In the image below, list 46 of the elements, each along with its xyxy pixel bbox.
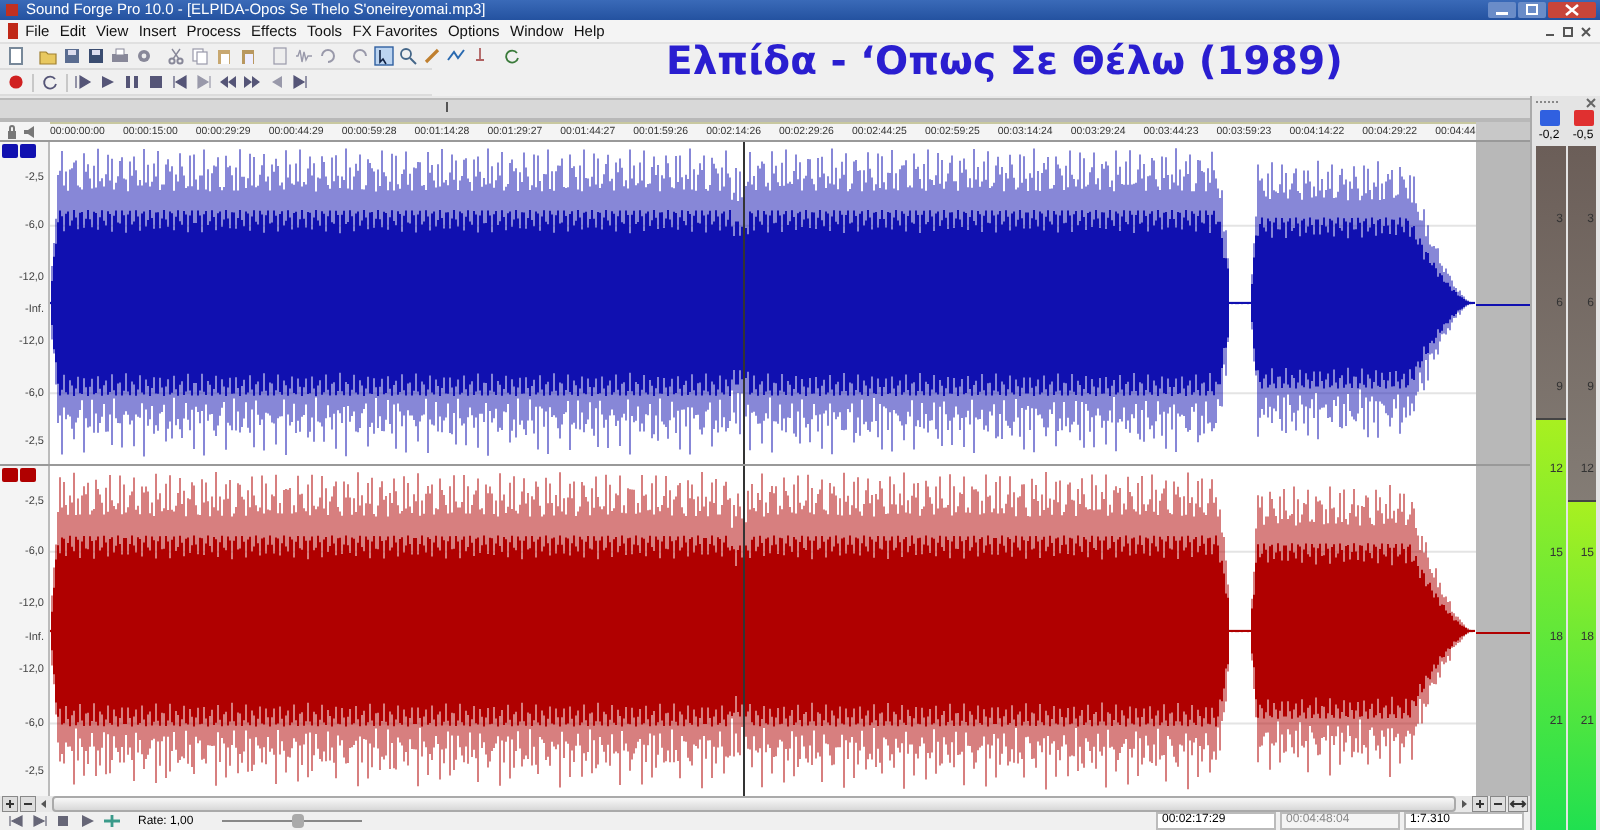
waveform-drawing[interactable] (50, 466, 1476, 796)
speaker-icon[interactable] (22, 123, 38, 140)
new-document-icon[interactable] (6, 46, 26, 66)
close-icon[interactable] (1578, 23, 1594, 39)
pencil-icon[interactable] (422, 46, 442, 66)
close-icon[interactable] (1586, 97, 1596, 107)
waveform-drawing[interactable] (50, 142, 1476, 464)
song-title: Ελπίδα - ‘Οπως Σε Θέλω (1989) (666, 38, 1343, 84)
go-to-start-icon[interactable] (170, 72, 190, 92)
printer-icon[interactable] (110, 46, 130, 66)
zoom-out-icon[interactable] (20, 796, 36, 812)
save-icon[interactable] (86, 46, 106, 66)
maximize-icon[interactable] (1518, 2, 1546, 18)
restore-icon[interactable] (1560, 23, 1576, 39)
play-all-icon[interactable] (74, 72, 94, 92)
lock-icon[interactable] (6, 123, 18, 140)
close-icon[interactable] (1548, 2, 1596, 18)
refresh-icon[interactable] (502, 46, 522, 66)
ruler-end-strip (1476, 122, 1530, 140)
grip-icon[interactable] (1536, 98, 1560, 106)
channel-center-line (1476, 631, 1530, 633)
next-icon[interactable] (290, 72, 310, 92)
zoom-in-icon[interactable] (2, 796, 18, 812)
scissors-icon[interactable] (166, 46, 186, 66)
meter-channel-button[interactable] (1573, 109, 1593, 125)
zoom-out-icon[interactable] (1490, 796, 1506, 812)
save-icon[interactable] (62, 46, 82, 66)
stop-icon[interactable] (146, 72, 166, 92)
channel-center-line (1476, 303, 1530, 305)
meter-channel-button[interactable] (1539, 109, 1559, 125)
minimize-icon[interactable] (1488, 2, 1516, 18)
magnifier-icon[interactable] (398, 46, 418, 66)
horizontal-scrollbar[interactable] (52, 796, 1456, 812)
selection-tool-icon[interactable] (374, 46, 394, 66)
pause-icon[interactable] (122, 72, 142, 92)
app-icon (4, 2, 20, 18)
go-to-end-icon[interactable] (30, 812, 50, 830)
go-to-start-icon[interactable] (6, 812, 26, 830)
zoom-in-icon[interactable] (1472, 796, 1488, 812)
position-marker (446, 102, 448, 112)
slider-thumb[interactable] (292, 814, 305, 828)
stop-icon[interactable] (54, 812, 74, 830)
loop-icon[interactable] (40, 72, 60, 92)
record-icon[interactable] (6, 72, 26, 92)
undo-icon[interactable] (318, 46, 338, 66)
zoom-fit-icon[interactable] (1508, 796, 1528, 812)
